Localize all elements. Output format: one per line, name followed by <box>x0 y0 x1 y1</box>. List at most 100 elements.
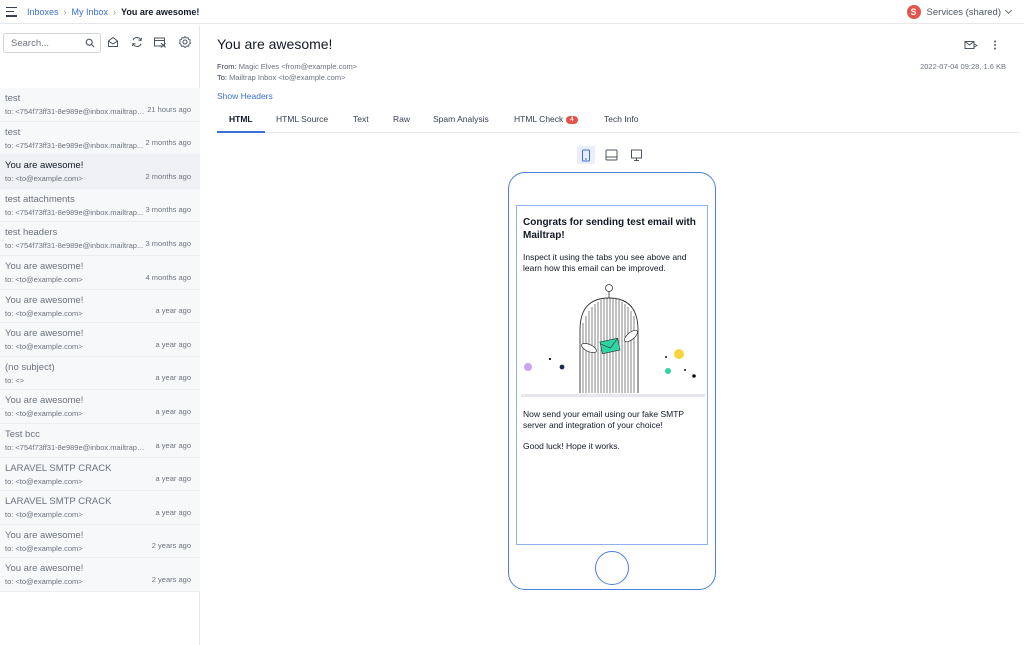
message-subject: You are awesome! <box>5 294 84 306</box>
phone-home-button <box>595 551 629 585</box>
message-list-item[interactable]: You are awesome! to: <to@example.com> 2 ye… <box>0 524 200 559</box>
message-time: 3 months ago <box>145 238 191 248</box>
account-switcher[interactable]: S Services (shared) <box>906 5 1013 19</box>
message-view: You are awesome! From: Magic Elves <from… <box>200 25 1024 645</box>
message-subject: test <box>5 93 21 104</box>
message-list-item[interactable]: test to: <754f73ff31-8e989e@inbox.mailtra… <box>0 88 200 122</box>
breadcrumb: Inboxes › My Inbox › You are awesome! <box>27 7 199 17</box>
tab-label: HTML Check <box>514 114 564 124</box>
message-recipient: to: <to@example.com> <box>5 543 83 553</box>
message-time: a year ago <box>155 474 191 484</box>
message-subject: (no subject) <box>5 361 55 373</box>
message-list-item[interactable]: LARAVEL SMTP CRACK to: <to@example.com> a … <box>0 457 200 492</box>
tab-html-source[interactable]: HTML Source <box>276 114 328 124</box>
tab-text[interactable]: Text <box>353 114 369 124</box>
message-meta: 2022-07-04 09:28, 1.6 KB <box>920 62 1006 71</box>
desktop-device-icon <box>630 149 642 161</box>
menu-icon[interactable] <box>6 6 18 17</box>
message-recipient: to: <to@example.com> <box>5 274 83 284</box>
to-label: To: <box>217 73 228 82</box>
from-value: Magic Elves <from@example.com> <box>238 62 358 71</box>
search-toolbar <box>0 25 200 63</box>
search-box <box>3 33 101 53</box>
mobile-preview-frame: Congrats for sending test email with Mai… <box>508 172 716 590</box>
message-recipient: to: <to@example.com> <box>5 577 83 587</box>
message-time: a year ago <box>155 306 191 316</box>
tab-label: Raw <box>393 114 411 124</box>
clear-inbox-icon[interactable] <box>153 35 167 49</box>
message-recipient: to: <to@example.com> <box>5 174 83 184</box>
desktop-view-button[interactable] <box>627 146 645 164</box>
message-list-item[interactable]: You are awesome! to: <to@example.com> a ye… <box>0 289 200 324</box>
message-time: 21 hours ago <box>147 104 191 114</box>
preview-body: Now send your email using our fake SMTP … <box>523 409 684 430</box>
message-time: a year ago <box>155 406 191 416</box>
message-recipient: to: <754f73ff31-8e989e@inbox.mailtrap... <box>5 140 144 150</box>
message-time: 2 years ago <box>151 541 191 551</box>
tablet-device-icon <box>605 149 617 161</box>
message-time: 3 months ago <box>145 205 191 215</box>
refresh-icon[interactable] <box>130 35 144 49</box>
message-subject: You are awesome! <box>5 328 84 340</box>
tab-html-check[interactable]: HTML Check 4 <box>514 114 578 124</box>
message-time: a year ago <box>155 507 191 517</box>
mobile-view-button[interactable] <box>577 146 595 164</box>
message-subject: You are awesome! <box>5 529 84 541</box>
to-value: Mailtrap Inbox <to@example.com> <box>229 73 346 82</box>
preview-signoff: Good luck! Hope it works. <box>523 441 620 451</box>
tab-spam-analysis[interactable]: Spam Analysis <box>433 114 489 124</box>
tab-label: Tech Info <box>604 114 639 124</box>
message-list-item[interactable]: You are awesome! to: <to@example.com> 4 mo… <box>0 255 200 290</box>
message-list-item[interactable]: You are awesome! to: <to@example.com> 2 ye… <box>0 558 200 592</box>
message-list-item[interactable]: Test bcc to: <754f73ff31-8e989e@inbox.mai… <box>0 423 200 458</box>
to-line: To: Mailtrap Inbox <to@example.com> <box>217 73 346 82</box>
message-actions <box>964 39 998 51</box>
message-list-item[interactable]: (no subject) to: <> a year ago <box>0 356 200 391</box>
forward-email-icon[interactable] <box>964 39 978 51</box>
message-recipient: to: <to@example.com> <box>5 308 83 318</box>
message-list-item[interactable]: LARAVEL SMTP CRACK to: <to@example.com> a … <box>0 491 200 525</box>
message-recipient: to: <754f73ff31-8e989e@inbox.mailtrap... <box>5 207 144 217</box>
message-time: 4 months ago <box>145 272 191 282</box>
device-switcher <box>577 146 652 164</box>
tab-html[interactable]: HTML <box>229 114 253 124</box>
from-line: From: Magic Elves <from@example.com> <box>217 62 357 71</box>
message-recipient: to: <to@example.com> <box>5 476 83 486</box>
message-time: 2 years ago <box>151 574 191 584</box>
html-check-badge: 4 <box>566 116 578 124</box>
more-options-icon[interactable] <box>992 39 998 51</box>
show-headers-link[interactable]: Show Headers <box>217 91 273 101</box>
message-list-item[interactable]: You are awesome! to: <to@example.com> a ye… <box>0 390 200 424</box>
message-time: 2 months ago <box>145 171 191 181</box>
breadcrumb-inboxes[interactable]: Inboxes <box>27 7 59 17</box>
tab-raw[interactable]: Raw <box>393 114 410 124</box>
message-time: a year ago <box>155 339 191 349</box>
message-subject: LARAVEL SMTP CRACK <box>5 462 112 474</box>
from-label: From: <box>217 62 237 71</box>
account-name: Services (shared) <box>926 6 1001 18</box>
message-recipient: to: <to@example.com> <box>5 510 83 520</box>
mobile-device-icon <box>582 149 590 161</box>
message-list-item[interactable]: You are awesome! to: <to@example.com> 2 mo… <box>0 155 200 189</box>
message-list: test to: <754f73ff31-8e989e@inbox.mailtra… <box>0 88 200 592</box>
message-time: 2 months ago <box>145 138 191 148</box>
message-title: You are awesome! <box>217 36 333 52</box>
message-list-item[interactable]: You are awesome! to: <to@example.com> a ye… <box>0 323 200 357</box>
settings-icon[interactable] <box>178 35 192 49</box>
message-subject: LARAVEL SMTP CRACK <box>5 496 112 508</box>
tab-label: Spam Analysis <box>433 114 489 124</box>
mark-read-icon[interactable] <box>106 35 120 49</box>
tablet-view-button[interactable] <box>602 146 620 164</box>
tab-tech-info[interactable]: Tech Info <box>604 114 639 124</box>
message-recipient: to: <754f73ff31-8e989e@inbox.mailtrap.io… <box>5 442 145 452</box>
message-list-item[interactable]: test headers to: <754f73ff31-8e989e@inbox… <box>0 222 200 256</box>
message-subject: You are awesome! <box>5 563 84 575</box>
message-list-item[interactable]: test attachments to: <754f73ff31-8e989e@i… <box>0 188 200 223</box>
search-input[interactable] <box>11 37 83 49</box>
message-list-item[interactable]: test to: <754f73ff31-8e989e@inbox.mailtra… <box>0 121 200 156</box>
avatar: S <box>906 5 921 19</box>
search-icon[interactable] <box>85 38 95 48</box>
message-subject: test <box>5 126 21 138</box>
message-recipient: to: <to@example.com> <box>5 409 83 419</box>
breadcrumb-my-inbox[interactable]: My Inbox <box>72 7 109 17</box>
